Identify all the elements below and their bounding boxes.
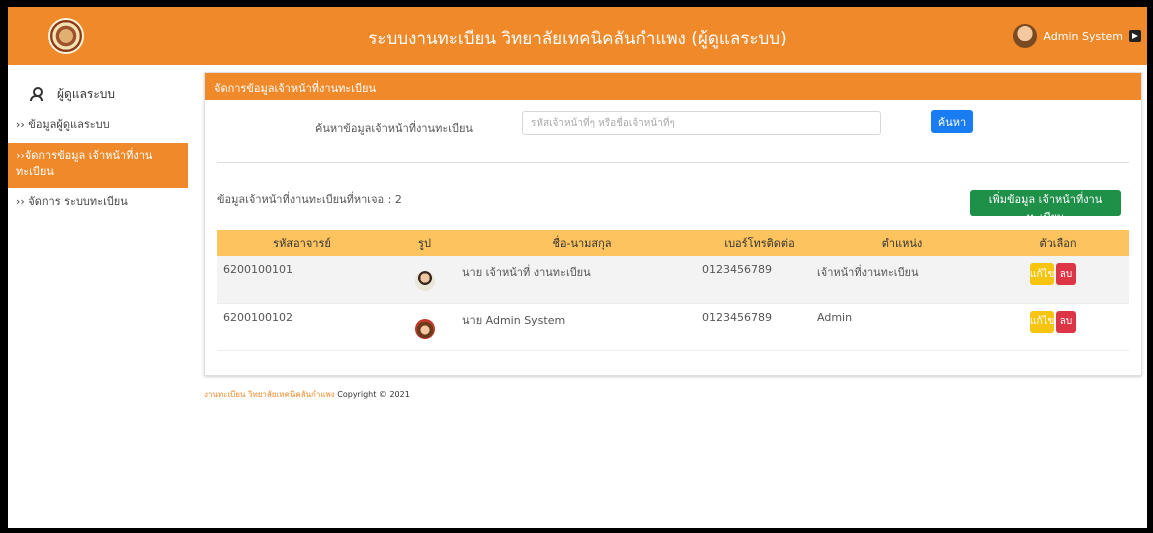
delete-button[interactable]: ลบ: [1056, 310, 1076, 333]
search-label: ค้นหาข้อมูลเจ้าหน้าที่งานทะเบียน: [315, 122, 473, 135]
logout-icon[interactable]: [1129, 30, 1141, 42]
staff-id: 6200100101: [223, 263, 293, 276]
header-position: ตำแหน่ง: [881, 237, 923, 250]
sidebar-heading-label: ผู้ดูแลระบบ: [57, 86, 116, 101]
person-icon: [30, 87, 43, 101]
copyright: Copyright © 2021: [337, 390, 410, 399]
result-count: ข้อมูลเจ้าหน้าที่งานทะเบียนที่หาเจอ : 2: [217, 193, 402, 206]
sidebar-heading: ผู้ดูแลระบบ: [8, 65, 188, 105]
search-input[interactable]: [522, 111, 881, 135]
staff-phone: 0123456789: [702, 263, 772, 276]
staff-actions: แก้ไข ลบ: [987, 303, 1129, 350]
staff-picture-cell: [387, 256, 462, 303]
sidebar-item-manage-registry[interactable]: ›› จัดการ ระบบทะเบียน: [8, 188, 188, 216]
app-title: ระบบงานทะเบียน วิทยาลัยเทคนิคลันกำแพง (ผ…: [368, 29, 787, 49]
top-bar: ระบบงานทะเบียน วิทยาลัยเทคนิคลันกำแพง (ผ…: [8, 7, 1147, 65]
edit-button[interactable]: แก้ไข: [1030, 263, 1054, 285]
page: ระบบงานทะเบียน วิทยาลัยเทคนิคลันกำแพง (ผ…: [8, 7, 1147, 528]
sidebar-item-manage-staff[interactable]: ››จัดการข้อมูล เจ้าหน้าที่งานทะเบียน: [8, 143, 188, 188]
staff-table: รหัสอาจารย์ รูป ชื่อ-นามสกุล เบอร์โทรติด…: [217, 230, 1129, 351]
header-phone: เบอร์โทรติดต่อ: [724, 237, 795, 250]
staff-name: นาย Admin System: [462, 313, 566, 327]
staff-picture-cell: [387, 303, 462, 350]
header-picture: รูป: [418, 237, 431, 250]
header-id: รหัสอาจารย์: [273, 237, 331, 250]
staff-position: Admin: [817, 310, 853, 324]
delete-button[interactable]: ลบ: [1056, 263, 1076, 285]
staff-actions: แก้ไข ลบ: [987, 256, 1129, 303]
staff-panel: จัดการข้อมูลเจ้าหน้าที่งานทะเบียน ค้นหาข…: [204, 72, 1142, 376]
staff-avatar: [414, 271, 435, 291]
staff-name: นาย เจ้าหน้าที่ งานทะเบียน: [462, 266, 591, 279]
user-avatar-icon: [1013, 24, 1038, 48]
user-menu[interactable]: Admin System: [1013, 23, 1141, 49]
divider: [217, 162, 1129, 163]
staff-avatar: [414, 318, 435, 339]
staff-position: เจ้าหน้าที่งานทะเบียน: [817, 266, 919, 279]
footer: งานทะเบียน วิทยาลัยเทคนิคลันกำแพง Copyri…: [204, 388, 410, 401]
table-row: 6200100102 นาย Admin System 0123456789 A…: [217, 303, 1129, 350]
table-row: 6200100101 นาย เจ้าหน้าที่ งานทะเบียน 01…: [217, 256, 1129, 303]
panel-title: จัดการข้อมูลเจ้าหน้าที่งานทะเบียน: [205, 73, 1141, 100]
footer-link[interactable]: งานทะเบียน วิทยาลัยเทคนิคลันกำแพง: [204, 390, 335, 399]
search-button[interactable]: ค้นหา: [931, 110, 973, 133]
edit-button[interactable]: แก้ไข: [1030, 310, 1054, 333]
add-staff-button[interactable]: เพิ่มข้อมูล เจ้าหน้าที่งานทะเบียน: [970, 190, 1121, 224]
sidebar: ผู้ดูแลระบบ ›› ข้อมูลผู้ดูแลระบบ ››จัดกา…: [8, 65, 188, 528]
sidebar-item-admin-info[interactable]: ›› ข้อมูลผู้ดูแลระบบ: [8, 111, 188, 139]
staff-phone: 0123456789: [702, 310, 772, 324]
table-header-row: รหัสอาจารย์ รูป ชื่อ-นามสกุล เบอร์โทรติด…: [217, 230, 1129, 256]
window-frame: ระบบงานทะเบียน วิทยาลัยเทคนิคลันกำแพง (ผ…: [0, 0, 1153, 533]
header-name: ชื่อ-นามสกุล: [552, 237, 612, 250]
user-name: Admin System: [1043, 29, 1123, 43]
header-options: ตัวเลือก: [1039, 237, 1077, 250]
staff-id: 6200100102: [223, 310, 293, 324]
